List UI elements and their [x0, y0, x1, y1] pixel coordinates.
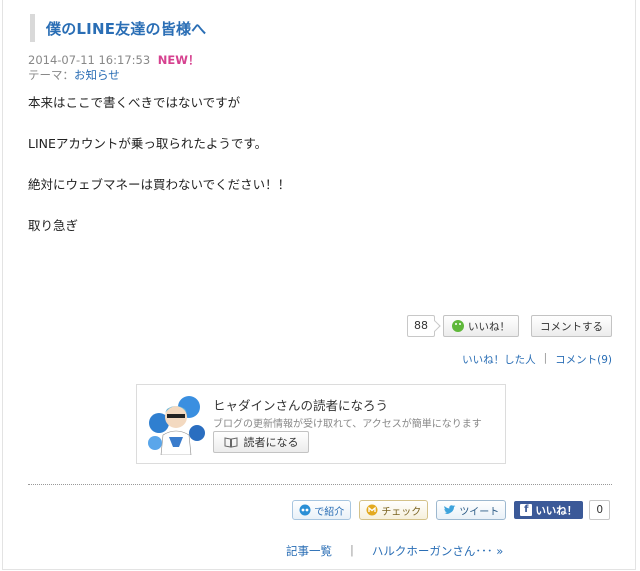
comments-link[interactable]: コメント(9): [555, 352, 612, 367]
article-theme: テーマ：お知らせ: [28, 67, 120, 83]
theme-label: テーマ：: [28, 68, 74, 82]
facebook-icon: f: [520, 504, 533, 516]
check-share-label: チェック: [381, 506, 422, 518]
body-paragraph: 絶対にウェブマネーは買わないでください！！: [28, 177, 291, 192]
like-bar: 88 いいね！ コメントする: [407, 315, 612, 337]
article-meta: 2014-07-11 16:17:53 NEW！: [28, 52, 199, 68]
article-title[interactable]: 僕のLINE友達の皆様へ: [46, 18, 206, 39]
liked-by-link[interactable]: いいね！した人: [462, 352, 536, 367]
body-paragraph: 本来はここで書くべきではないですが: [28, 95, 241, 110]
reader-register-box: ヒャダインさんの読者になろう ブログの更新情報が受け取れて、アクセスが簡単になり…: [136, 384, 506, 464]
section-divider: [28, 484, 612, 485]
facebook-like-count: 0: [589, 500, 610, 520]
blogger-avatar[interactable]: [145, 393, 207, 455]
become-reader-label: 読者になる: [243, 436, 299, 449]
like-button[interactable]: いいね！: [443, 315, 519, 337]
twitter-bird-icon: [444, 504, 456, 514]
reader-description: ブログの更新情報が受け取れて、アクセスが簡単になります: [213, 419, 482, 430]
share-bar: で紹介 チェック ツイート f いいね！ 0: [292, 500, 610, 520]
comment-button[interactable]: コメントする: [531, 315, 612, 337]
tweet-button[interactable]: ツイート: [436, 500, 507, 520]
reaction-links: いいね！した人 | コメント(9): [462, 352, 612, 367]
facebook-like-label: いいね！: [535, 504, 578, 517]
book-icon: [224, 436, 237, 448]
intro-share-button[interactable]: で紹介: [292, 500, 352, 520]
like-count: 88: [407, 315, 435, 337]
article-navigation: 記事一覧 | ハルクホーガンさん･･･ »: [286, 543, 503, 559]
become-reader-button[interactable]: 読者になる: [213, 431, 309, 453]
smile-icon: [452, 320, 464, 332]
mixi-check-icon: [366, 504, 378, 516]
reader-title: ヒャダインさんの読者になろう: [213, 398, 389, 413]
like-button-label: いいね！: [468, 320, 510, 333]
check-share-button[interactable]: チェック: [359, 500, 429, 520]
tweet-label: ツイート: [459, 506, 500, 518]
article-datetime: 2014-07-11 16:17:53: [28, 53, 151, 67]
body-paragraph: 取り急ぎ: [28, 218, 79, 233]
theme-link[interactable]: お知らせ: [74, 68, 120, 82]
link-separator: |: [543, 352, 548, 364]
new-badge: NEW！: [157, 53, 200, 67]
intro-share-label: で紹介: [314, 506, 345, 518]
facebook-like-button[interactable]: f いいね！: [514, 501, 584, 519]
ameba-intro-icon: [299, 504, 311, 516]
facebook-like-widget: f いいね！ 0: [514, 500, 610, 520]
next-article-link[interactable]: ハルクホーガンさん･･･ »: [372, 543, 503, 559]
nav-separator: |: [350, 543, 354, 557]
article-title-bar: 僕のLINE友達の皆様へ: [30, 14, 206, 42]
body-paragraph: LINEアカウントが乗っ取られたようです。: [28, 136, 268, 151]
comment-button-label: コメントする: [540, 320, 603, 333]
article-body: 本来はここで書くべきではないですが LINEアカウントが乗っ取られたようです。 …: [28, 95, 290, 259]
article-list-link[interactable]: 記事一覧: [286, 543, 332, 559]
